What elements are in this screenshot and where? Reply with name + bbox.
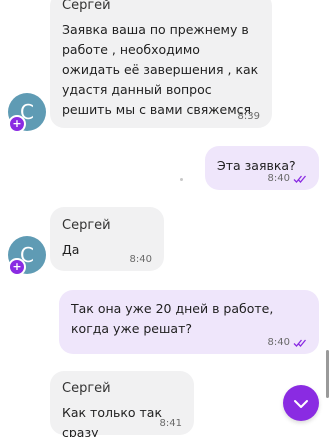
scrollbar[interactable] (326, 350, 329, 398)
message-text: Заявка ваша по прежнему в работе , необх… (62, 22, 259, 117)
message-time: 8:40 (129, 254, 152, 265)
message-meta: 8:40 (268, 337, 307, 348)
add-contact-icon[interactable]: + (8, 258, 26, 276)
scroll-down-button[interactable] (283, 385, 319, 421)
message-bubble-incoming: Сергей Как только так сразу 8:41 (50, 371, 194, 437)
message-sender: Сергей (62, 0, 111, 13)
message-meta: 8:41 (160, 418, 182, 429)
message-bubble-outgoing: Так она уже 20 дней в работе, когда уже … (59, 290, 319, 354)
chat-view: Сергей Заявка ваша по прежнему в работе … (0, 0, 334, 437)
add-contact-icon[interactable]: + (8, 115, 26, 133)
message-bubble-incoming: Сергей Заявка ваша по прежнему в работе … (50, 0, 272, 128)
read-ticks-icon (293, 175, 307, 183)
divider-dot (180, 178, 183, 181)
message-time: 8:40 (267, 337, 290, 348)
chevron-down-icon (293, 394, 309, 413)
message-time: 8:39 (237, 111, 260, 122)
message-time: 8:41 (159, 418, 182, 429)
message-time: 8:40 (267, 173, 290, 184)
message-meta: 8:39 (238, 111, 260, 122)
message-meta: 8:40 (268, 173, 307, 184)
message-sender: Сергей (62, 381, 111, 396)
message-sender: Сергей (62, 218, 111, 233)
message-meta: 8:40 (130, 254, 152, 265)
read-ticks-icon (293, 339, 307, 347)
message-bubble-incoming: Сергей Да 8:40 (50, 207, 164, 271)
message-bubble-outgoing: Эта заявка? 8:40 (205, 146, 319, 190)
message-text: Так она уже 20 дней в работе, когда уже … (71, 301, 274, 336)
